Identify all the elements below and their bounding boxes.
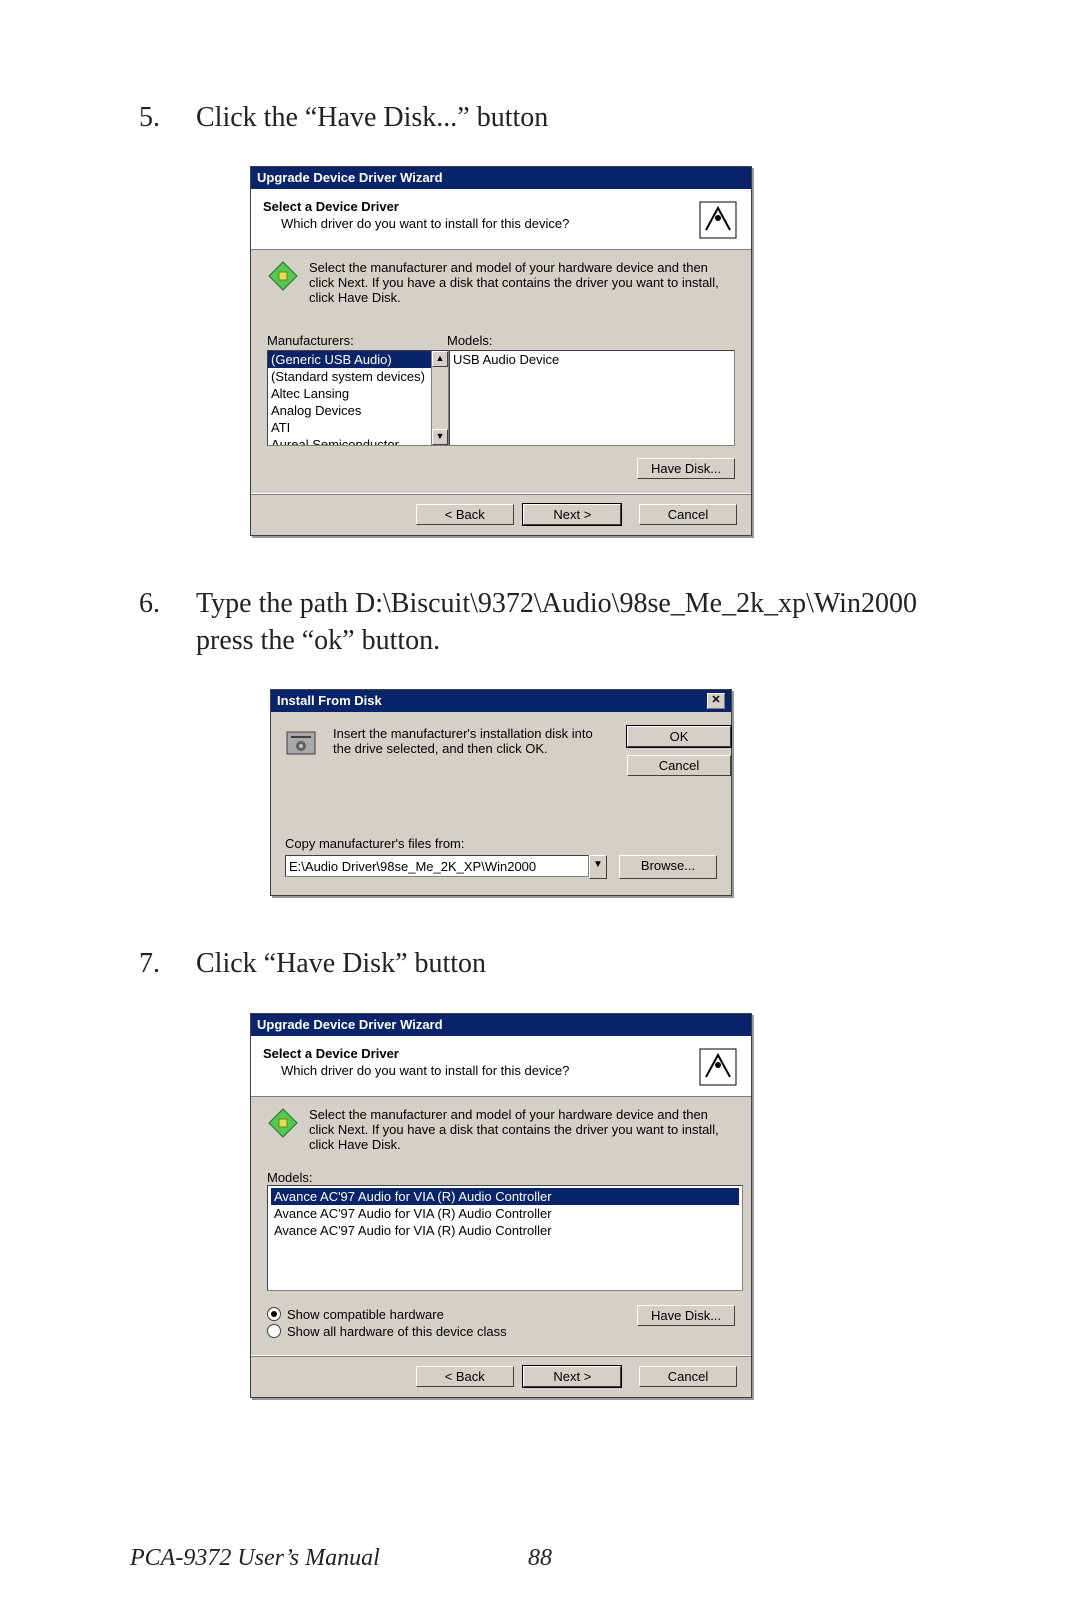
- path-input[interactable]: [285, 855, 589, 877]
- wizard2-header: Select a Device Driver Which driver do y…: [251, 1036, 751, 1097]
- step-6-text: Type the path D:\Biscuit\9372\Audio\98se…: [196, 586, 950, 659]
- model-item[interactable]: Avance AC'97 Audio for VIA (R) Audio Con…: [271, 1205, 739, 1222]
- wizard-window-1: Upgrade Device Driver Wizard Select a De…: [250, 166, 752, 536]
- radio-show-all[interactable]: Show all hardware of this device class: [267, 1324, 637, 1339]
- models-label-2: Models:: [267, 1170, 735, 1185]
- ifd-message: Insert the manufacturer's installation d…: [333, 726, 613, 756]
- radio-checked-icon: [267, 1307, 281, 1321]
- browse-button[interactable]: Browse...: [619, 855, 717, 879]
- radio-unchecked-icon: [267, 1324, 281, 1338]
- manufacturer-item[interactable]: Analog Devices: [268, 402, 448, 419]
- floppy-disk-icon: [285, 726, 319, 760]
- have-disk-button[interactable]: Have Disk...: [637, 458, 735, 479]
- manufacturer-item[interactable]: ATI: [268, 419, 448, 436]
- step-6-number: 6.: [130, 586, 160, 659]
- model-item[interactable]: USB Audio Device: [450, 351, 734, 368]
- wizard1-header-icon: [697, 199, 739, 241]
- wizard1-title: Upgrade Device Driver Wizard: [257, 167, 443, 189]
- wizard-window-2: Upgrade Device Driver Wizard Select a De…: [250, 1013, 752, 1398]
- manufacturers-label: Manufacturers:: [267, 333, 447, 348]
- manufacturer-item[interactable]: (Generic USB Audio): [268, 351, 448, 368]
- step-5: 5. Click the “Have Disk...” button: [130, 100, 950, 136]
- models-label: Models:: [447, 333, 735, 348]
- cancel-button[interactable]: Cancel: [627, 755, 731, 776]
- wizard2-footer: < Back Next > Cancel: [251, 1355, 751, 1397]
- wizard1-footer: < Back Next > Cancel: [251, 493, 751, 535]
- manufacturer-item[interactable]: Aureal Semiconductor: [268, 436, 448, 446]
- manufacturer-item[interactable]: (Standard system devices): [268, 368, 448, 385]
- radio-all-label: Show all hardware of this device class: [287, 1324, 507, 1339]
- radio-compat-label: Show compatible hardware: [287, 1307, 444, 1322]
- page-footer: PCA-9372 User’s Manual 88: [130, 1545, 950, 1572]
- step-7: 7. Click “Have Disk” button: [130, 946, 950, 982]
- install-from-disk-dialog: Install From Disk ✕ Insert the manufactu…: [270, 689, 732, 896]
- driver-diamond-icon: [267, 1107, 299, 1139]
- wizard2-header-icon: [697, 1046, 739, 1088]
- wizard1-titlebar: Upgrade Device Driver Wizard: [251, 167, 751, 189]
- back-button[interactable]: < Back: [416, 1366, 514, 1387]
- figure-wizard-1: Upgrade Device Driver Wizard Select a De…: [250, 166, 950, 536]
- ok-button[interactable]: OK: [627, 726, 731, 747]
- manufacturer-item[interactable]: Altec Lansing: [268, 385, 448, 402]
- step-5-text: Click the “Have Disk...” button: [196, 100, 950, 136]
- figure-wizard-2: Upgrade Device Driver Wizard Select a De…: [250, 1013, 950, 1398]
- wizard1-header-title: Select a Device Driver: [263, 199, 687, 214]
- document-page: 5. Click the “Have Disk...” button Upgra…: [0, 0, 1080, 1618]
- wizard2-titlebar: Upgrade Device Driver Wizard: [251, 1014, 751, 1036]
- back-button[interactable]: < Back: [416, 504, 514, 525]
- ifd-titlebar: Install From Disk ✕: [271, 690, 731, 712]
- radio-show-compatible[interactable]: Show compatible hardware: [267, 1307, 637, 1322]
- next-button[interactable]: Next >: [523, 504, 621, 525]
- wizard2-title: Upgrade Device Driver Wizard: [257, 1014, 443, 1036]
- figure-install-from-disk: Install From Disk ✕ Insert the manufactu…: [270, 689, 950, 896]
- manufacturers-listbox[interactable]: (Generic USB Audio) (Standard system dev…: [267, 350, 449, 446]
- have-disk-button[interactable]: Have Disk...: [637, 1305, 735, 1326]
- copy-from-label: Copy manufacturer's files from:: [285, 836, 717, 851]
- step-6: 6. Type the path D:\Biscuit\9372\Audio\9…: [130, 586, 950, 659]
- close-icon[interactable]: ✕: [707, 693, 725, 709]
- scroll-down-icon[interactable]: ▼: [432, 429, 448, 445]
- scroll-up-icon[interactable]: ▲: [432, 351, 448, 367]
- wizard1-header: Select a Device Driver Which driver do y…: [251, 189, 751, 250]
- ifd-title: Install From Disk: [277, 690, 382, 712]
- models-listbox-2[interactable]: Avance AC'97 Audio for VIA (R) Audio Con…: [267, 1185, 743, 1291]
- manual-title: PCA-9372 User’s Manual: [130, 1545, 380, 1572]
- wizard1-header-sub: Which driver do you want to install for …: [281, 216, 687, 231]
- step-5-number: 5.: [130, 100, 160, 136]
- model-item[interactable]: Avance AC'97 Audio for VIA (R) Audio Con…: [271, 1188, 739, 1205]
- wizard2-header-sub: Which driver do you want to install for …: [281, 1063, 687, 1078]
- models-listbox[interactable]: USB Audio Device: [449, 350, 735, 446]
- wizard2-header-title: Select a Device Driver: [263, 1046, 687, 1061]
- step-7-number: 7.: [130, 946, 160, 982]
- step-7-text: Click “Have Disk” button: [196, 946, 950, 982]
- next-button[interactable]: Next >: [523, 1366, 621, 1387]
- chevron-down-icon[interactable]: ▼: [589, 855, 607, 879]
- wizard1-info-text: Select the manufacturer and model of you…: [309, 260, 735, 305]
- model-item[interactable]: Avance AC'97 Audio for VIA (R) Audio Con…: [271, 1222, 739, 1239]
- cancel-button[interactable]: Cancel: [639, 1366, 737, 1387]
- manufacturers-scrollbar[interactable]: ▲ ▼: [431, 351, 448, 445]
- cancel-button[interactable]: Cancel: [639, 504, 737, 525]
- driver-diamond-icon: [267, 260, 299, 292]
- wizard2-info-text: Select the manufacturer and model of you…: [309, 1107, 735, 1152]
